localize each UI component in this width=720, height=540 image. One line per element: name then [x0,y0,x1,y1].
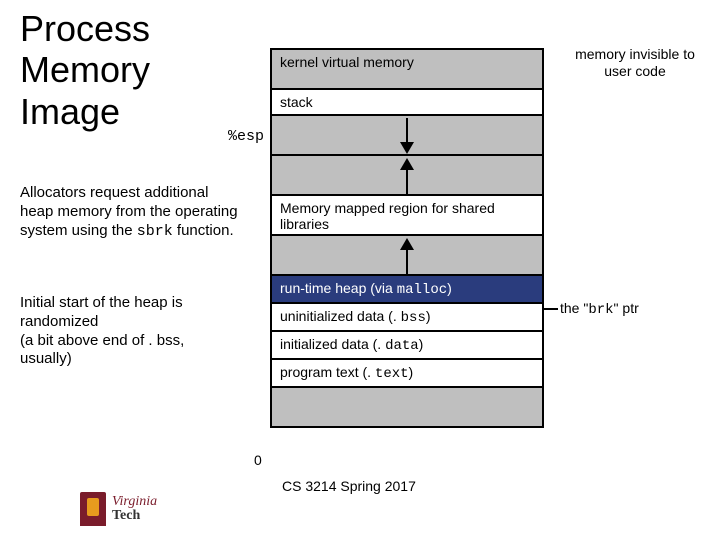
text: " ptr [614,300,639,316]
logo-virginia: Virginia [112,494,157,509]
text: uninitialized data (. [280,308,401,324]
segment-label: Memory mapped region for shared librarie… [280,200,495,232]
memory-layout-diagram: kernel virtual memory stack Memory mappe… [270,48,544,428]
segment-stack: stack [272,90,542,116]
text: the " [560,300,588,316]
text: ) [419,336,424,352]
title-line: Image [20,91,120,132]
code-data: data [385,338,419,354]
text: ) [409,364,414,380]
footer-course: CS 3214 Spring 2017 [282,478,416,494]
arrow-up-icon [272,236,542,276]
segment-heap: run-time heap (via malloc) [272,276,542,304]
brk-pointer-line [542,308,558,310]
text: initialized data (. [280,336,385,352]
text: ) [426,308,431,324]
text: program text (. [280,364,375,380]
title-line: Memory [20,49,150,90]
segment-label: stack [280,94,313,110]
segment-data: initialized data (. data) [272,332,542,360]
arrow-mmap-up [272,156,542,196]
zero-address-label: 0 [254,452,262,468]
code-sbrk: sbrk [137,223,173,240]
segment-kernel: kernel virtual memory [272,50,542,90]
code-bss: bss [401,310,426,326]
title-line: Process [20,8,150,49]
segment-label: kernel virtual memory [280,54,414,70]
arrow-stack-down [272,116,542,156]
text: Initial start of the heap is randomized [20,294,183,330]
code-text: text [375,366,409,382]
note-memory-invisible: memory invisible to user code [560,46,710,80]
slide-title: Process Memory Image [20,8,150,132]
arrow-up-icon [272,156,542,196]
note-brk-ptr: the "brk" ptr [560,300,639,318]
arrow-down-icon [272,116,542,156]
code-brk: brk [588,302,613,318]
text: function. [173,222,234,239]
text: ) [447,280,452,296]
vt-logo-text: Virginia Tech [112,495,157,523]
vt-shield-icon [80,492,106,526]
segment-bss: uninitialized data (. bss) [272,304,542,332]
segment-below-text [272,388,542,428]
text: (a bit above end of . bss, usually) [20,332,184,368]
esp-label: %esp [228,128,264,145]
arrow-heap-up [272,236,542,276]
vt-logo: Virginia Tech [80,492,157,526]
segment-text: program text (. text) [272,360,542,388]
text: run-time heap (via [280,280,397,296]
paragraph-randomized: Initial start of the heap is randomized … [20,294,240,369]
paragraph-allocators: Allocators request additional heap memor… [20,184,240,241]
code-malloc: malloc [397,282,447,298]
segment-mmap: Memory mapped region for shared librarie… [272,196,542,236]
logo-tech: Tech [112,508,140,523]
